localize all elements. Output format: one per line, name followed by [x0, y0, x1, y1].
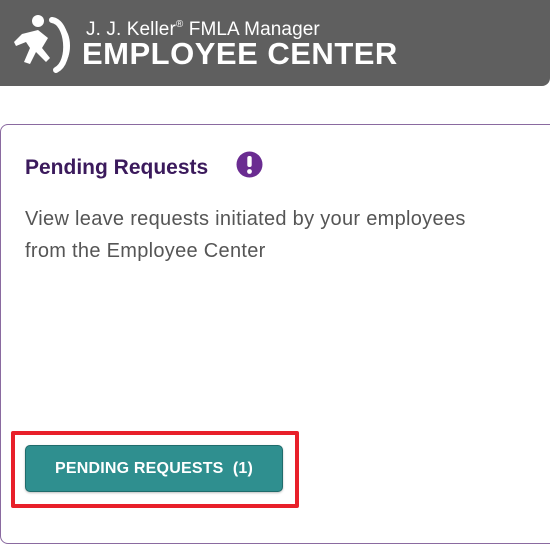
pending-requests-label: PENDING REQUESTS — [54, 460, 224, 477]
page-title: EMPLOYEE CENTER — [82, 36, 398, 71]
running-figure-logo-icon — [14, 15, 70, 73]
card-description: View leave requests initiated by your em… — [25, 208, 466, 262]
exclamation-circle-icon — [236, 151, 263, 178]
app-header: J. J. Keller® FMLA Manager EMPLOYEE CENT… — [0, 0, 550, 86]
card-title: Pending Requests — [25, 156, 209, 179]
pending-requests-button[interactable]: PENDING REQUESTS (1) — [25, 445, 283, 492]
pending-count-badge: (1) — [232, 460, 253, 477]
